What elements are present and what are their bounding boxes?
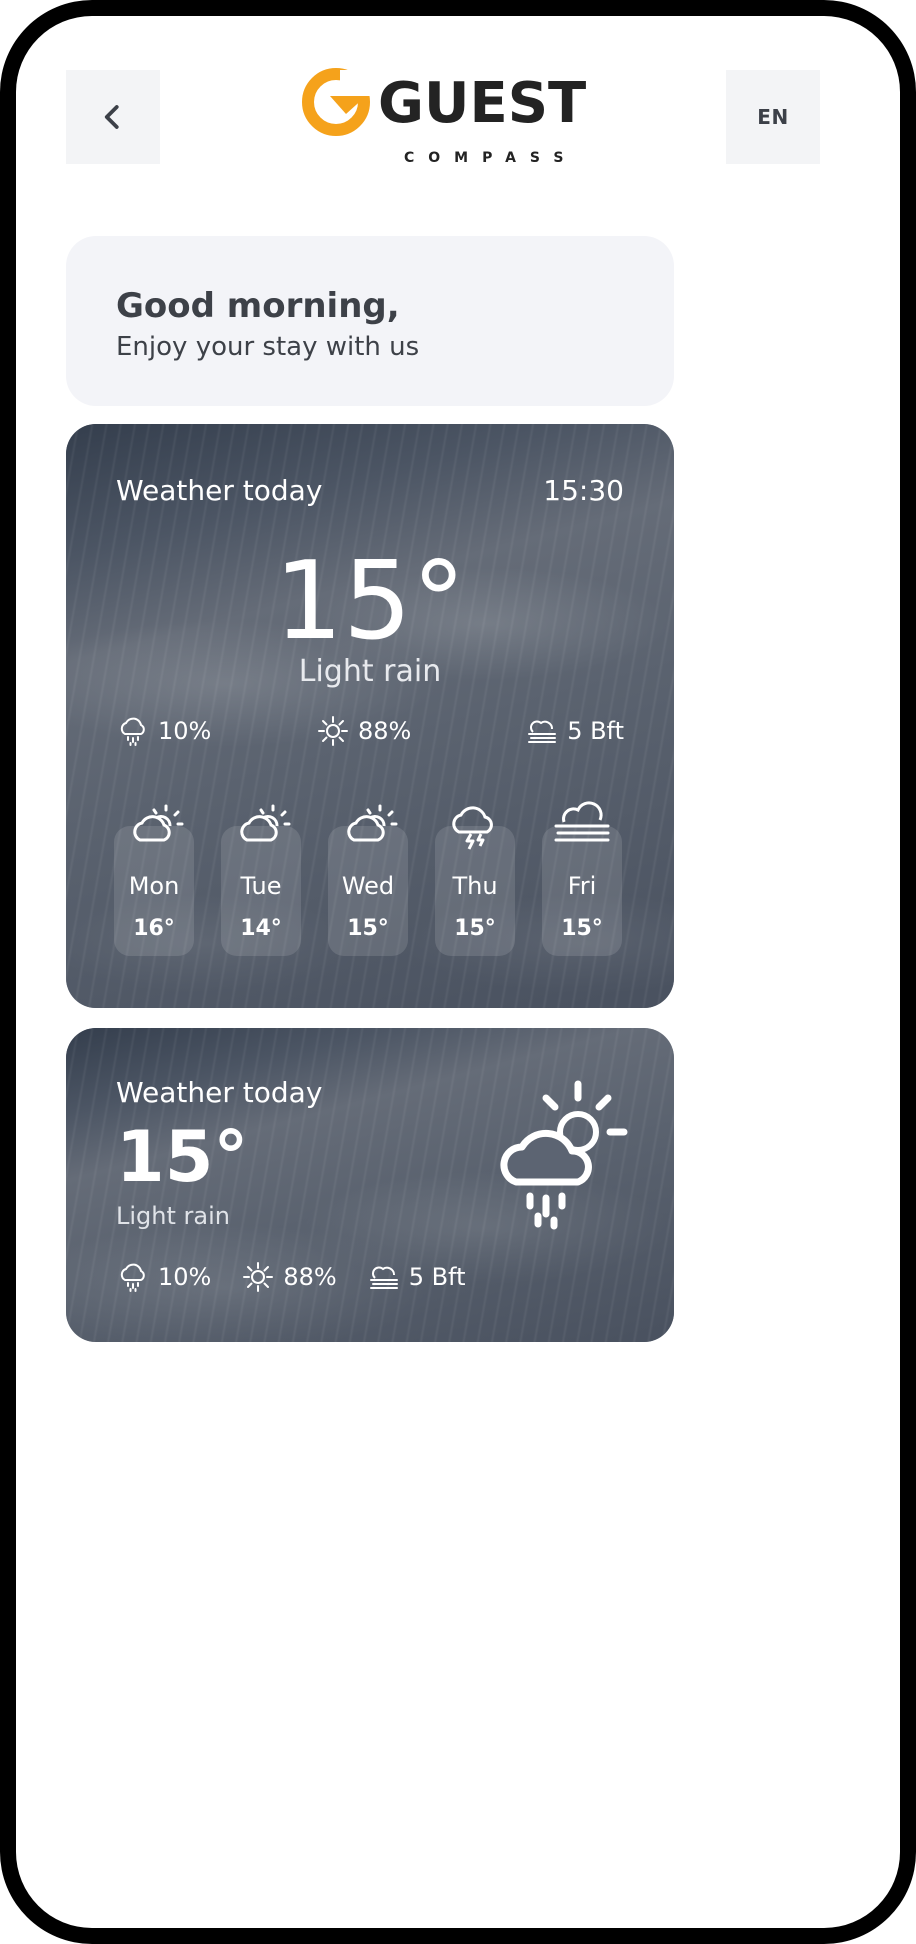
wind-value: 5 Bft <box>567 717 624 745</box>
wind-stat: 5 Bft <box>367 1260 466 1294</box>
fog-wind-icon <box>369 1266 398 1289</box>
weather-condition: Light rain <box>116 1202 230 1230</box>
weather-stats: 10% 88% 5 Bft <box>116 1260 466 1294</box>
sun-cloud-rain-icon <box>500 1080 628 1230</box>
greeting-card: Good morning, Enjoy your stay with us <box>66 236 674 406</box>
forecast-day[interactable]: Tue 14° <box>221 804 301 956</box>
forecast-day-temp: 15° <box>561 916 603 941</box>
current-temperature: 15° <box>274 539 466 664</box>
fog-wind-icon <box>528 720 557 743</box>
weather-time: 15:30 <box>543 474 624 507</box>
wind-stat: 5 Bft <box>525 714 624 748</box>
chevron-left-icon <box>104 105 119 129</box>
rain-cloud-icon <box>120 1263 145 1292</box>
language-button[interactable]: EN <box>726 70 820 164</box>
rain-cloud-icon <box>120 717 145 746</box>
weather-compact-card[interactable]: Weather today 15° Light rain 10% 88% 5 B… <box>66 1028 674 1342</box>
guest-compass-logo: GUEST COMPASS <box>300 66 590 170</box>
wind-value: 5 Bft <box>408 1263 466 1291</box>
forecast-day-name: Fri <box>567 872 597 900</box>
partly-cloudy-icon <box>133 804 184 842</box>
back-button[interactable] <box>66 70 160 164</box>
forecast-day-name: Wed <box>341 872 395 900</box>
weather-label: Weather today <box>116 474 323 507</box>
partly-cloudy-icon <box>240 804 291 842</box>
forecast-day-temp: 15° <box>454 916 496 941</box>
logo-subtitle: COMPASS <box>404 150 578 166</box>
compass-logo-icon <box>302 68 370 136</box>
forecast-day[interactable]: Wed 15° <box>328 804 408 956</box>
weather-label: Weather today <box>116 1076 323 1109</box>
precipitation-value: 10% <box>158 717 212 745</box>
thunderstorm-icon <box>452 806 493 850</box>
sun-icon <box>318 716 348 746</box>
forecast-day-name: Thu <box>452 872 498 900</box>
partly-cloudy-icon <box>347 804 398 842</box>
precipitation-stat: 10% <box>116 714 211 748</box>
weather-condition: Light rain <box>298 654 442 689</box>
fog-icon <box>554 801 610 842</box>
current-temperature: 15° <box>116 1116 249 1198</box>
forecast-day-temp: 16° <box>133 916 175 941</box>
forecast-day[interactable]: Fri 15° <box>542 801 622 956</box>
forecast-day-temp: 14° <box>240 916 282 941</box>
sunshine-stat: 88% <box>241 1260 337 1294</box>
forecast-day-name: Tue <box>240 872 282 900</box>
sunshine-value: 88% <box>283 1263 337 1291</box>
precipitation-value: 10% <box>158 1263 212 1291</box>
logo-word: GUEST <box>378 71 587 136</box>
forecast-day-temp: 15° <box>347 916 389 941</box>
weather-card[interactable]: Weather today 15:30 15° Light rain 10% 8… <box>66 424 674 1008</box>
greeting-title: Good morning, <box>116 286 400 326</box>
sunshine-stat: 88% <box>316 714 411 748</box>
forecast-day[interactable]: Thu 15° <box>435 806 515 956</box>
forecast-day-name: Mon <box>128 872 180 900</box>
language-label: EN <box>757 105 789 129</box>
sun-icon <box>243 1262 274 1292</box>
precipitation-stat: 10% <box>116 1260 211 1294</box>
greeting-subtitle: Enjoy your stay with us <box>116 332 420 362</box>
forecast-day[interactable]: Mon 16° <box>114 804 194 956</box>
sunshine-value: 88% <box>358 717 412 745</box>
